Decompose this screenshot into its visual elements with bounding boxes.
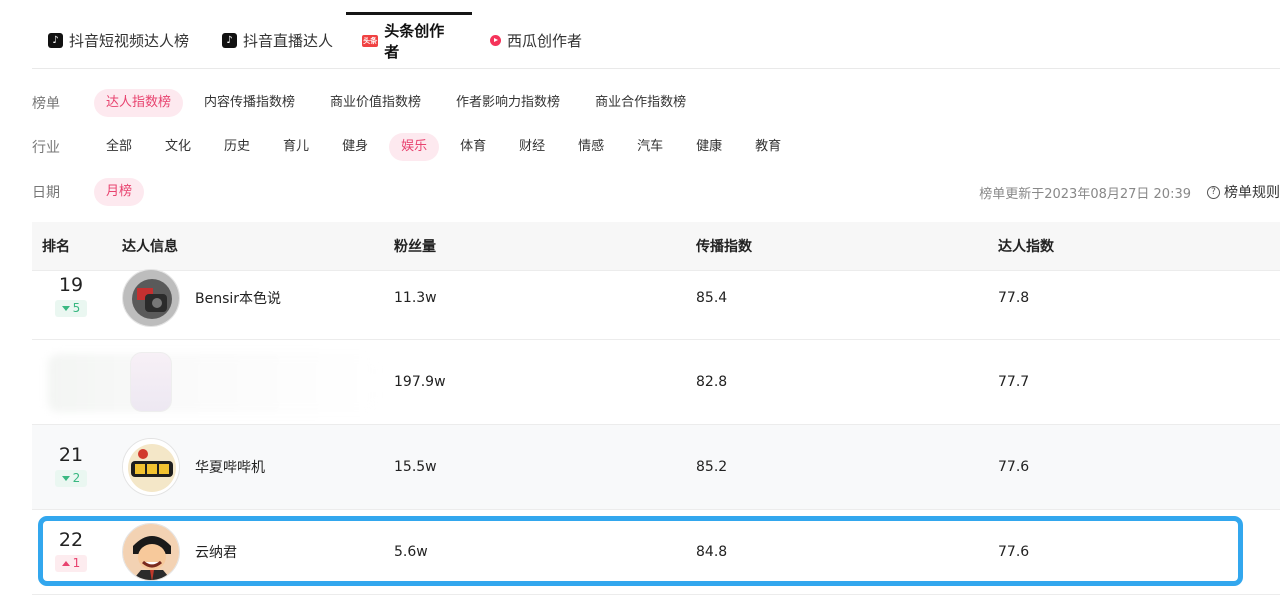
platform-tabs: 抖音短视频达人榜 抖音直播达人 头条 头条创作者 西瓜创作者	[32, 12, 1280, 69]
avatar[interactable]	[122, 438, 180, 496]
chip-date-month[interactable]: 月榜	[94, 178, 145, 206]
redacted-area	[48, 354, 378, 412]
spread-value: 84.8	[696, 544, 728, 560]
filter-industry-row: 行业 全部 文化 历史 育儿 健身 娱乐 体育 财经 情感 汽车 健康 教育	[32, 133, 802, 161]
table-row[interactable]: 22 1 云纳君 5.6w 84.8 77.6	[32, 510, 1280, 595]
filter-label-date: 日期	[32, 185, 60, 201]
chip-industry-1[interactable]: 文化	[153, 133, 203, 161]
rank-change-badge: 5	[54, 300, 88, 317]
filter-date-row: 日期 月榜	[32, 178, 153, 206]
filter-label-industry: 行业	[32, 140, 60, 156]
spread-value: 82.8	[696, 374, 728, 390]
chip-industry-6[interactable]: 体育	[448, 133, 498, 161]
question-icon: ?	[1207, 185, 1220, 199]
arrow-down-icon	[61, 306, 70, 311]
rank-cell: 19 5	[51, 274, 91, 317]
rank-number: 19	[58, 274, 84, 296]
xigua-icon	[490, 35, 501, 46]
douyin-icon	[48, 33, 63, 48]
update-info: 榜单更新于2023年08月27日 20:39 ? 榜单规则	[979, 178, 1280, 206]
rank-number: 22	[58, 529, 84, 551]
fans-value: 15.5w	[394, 459, 437, 475]
header-fans: 粉丝量	[394, 239, 436, 255]
rank-change-badge: 2	[54, 470, 88, 487]
tab-douyin-video[interactable]: 抖音短视频达人榜	[32, 12, 205, 69]
chip-industry-11[interactable]: 教育	[743, 133, 793, 161]
chip-list-3[interactable]: 作者影响力指数榜	[444, 89, 572, 117]
tab-xigua[interactable]: 西瓜创作者	[474, 12, 598, 69]
chip-industry-10[interactable]: 健康	[684, 133, 734, 161]
spread-value: 85.4	[696, 289, 728, 306]
chip-list-2[interactable]: 商业价值指数榜	[318, 89, 433, 117]
header-index: 达人指数	[998, 239, 1054, 255]
index-value: 77.6	[998, 544, 1030, 560]
filter-list-row: 榜单 达人指数榜 内容传播指数榜 商业价值指数榜 作者影响力指数榜 商业合作指数…	[32, 89, 707, 117]
index-value: 77.8	[998, 289, 1030, 306]
header-spread: 传播指数	[696, 239, 752, 255]
chip-industry-4[interactable]: 健身	[330, 133, 380, 161]
rank-change-badge: 1	[54, 555, 88, 572]
filter-label-list: 榜单	[32, 96, 60, 112]
chip-list-4[interactable]: 商业合作指数榜	[583, 89, 698, 117]
chip-industry-8[interactable]: 情感	[566, 133, 616, 161]
fans-value: 5.6w	[394, 544, 428, 560]
avatar[interactable]	[130, 352, 172, 412]
chip-list-1[interactable]: 内容传播指数榜	[192, 89, 307, 117]
table-row[interactable]: 197.9w 82.8 77.7	[32, 340, 1280, 425]
spread-value: 85.2	[696, 459, 728, 475]
rules-link[interactable]: ? 榜单规则	[1207, 182, 1280, 202]
fans-value: 197.9w	[394, 374, 446, 390]
creator-name[interactable]: 华夏哔哔机	[195, 457, 265, 477]
tab-douyin-live[interactable]: 抖音直播达人	[206, 12, 349, 69]
rank-number: 21	[58, 444, 84, 466]
chip-industry-7[interactable]: 财经	[507, 133, 557, 161]
rank-cell: 21 2	[51, 444, 91, 487]
header-rank: 排名	[42, 239, 70, 255]
table-row[interactable]: 21 2 华夏哔哔机 15.5w 85.2 77.6	[32, 425, 1280, 510]
chip-industry-0[interactable]: 全部	[94, 133, 144, 161]
chip-industry-5[interactable]: 娱乐	[389, 133, 440, 161]
index-value: 77.7	[998, 374, 1030, 390]
creator-name[interactable]: 云纳君	[195, 542, 237, 562]
arrow-down-icon	[61, 476, 70, 481]
chip-list-0[interactable]: 达人指数榜	[94, 89, 184, 117]
chip-industry-9[interactable]: 汽车	[625, 133, 675, 161]
douyin-icon	[222, 33, 237, 48]
chip-industry-2[interactable]: 历史	[212, 133, 262, 161]
index-value: 77.6	[998, 459, 1030, 475]
arrow-up-icon	[61, 561, 70, 566]
chip-industry-3[interactable]: 育儿	[271, 133, 321, 161]
toutiao-icon: 头条	[362, 34, 379, 47]
tab-toutiao[interactable]: 头条 头条创作者	[346, 12, 472, 69]
table-row[interactable]: 19 5 Bensir本色说 11.3w 85.4 77.8	[32, 256, 1280, 340]
rank-cell: 22 1	[51, 529, 91, 572]
update-time: 榜单更新于2023年08月27日 20:39	[979, 186, 1191, 202]
creator-name[interactable]: Bensir本色说	[195, 288, 281, 308]
avatar[interactable]	[122, 269, 180, 327]
avatar[interactable]	[122, 523, 180, 581]
header-info: 达人信息	[122, 239, 178, 255]
fans-value: 11.3w	[394, 289, 437, 306]
